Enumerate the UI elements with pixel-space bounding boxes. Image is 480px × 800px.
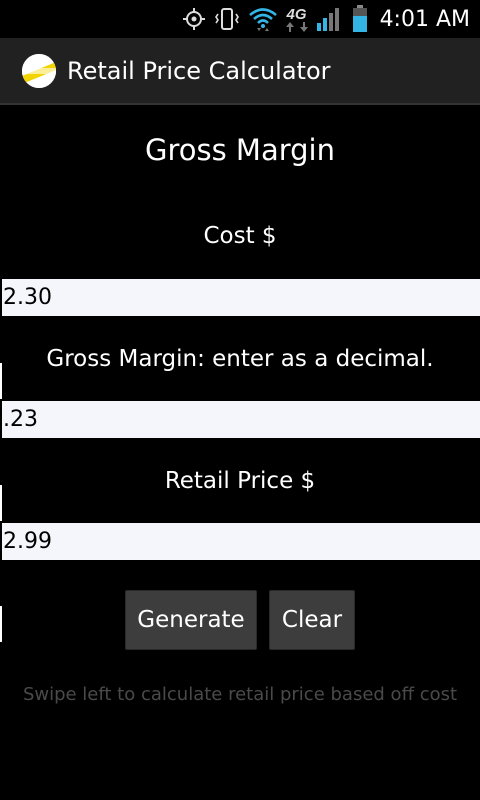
signal-icon [316,6,344,32]
calculator-form: Gross Margin Cost $ 2.30 Gross Margin: e… [0,105,480,800]
retail-price-label: Retail Price $ [164,468,316,494]
gps-icon [182,7,206,31]
status-bar: 4G 4:01 AM [0,0,480,38]
generate-button[interactable]: Generate [125,590,257,650]
margin-label: Gross Margin: enter as a decimal. [46,346,434,372]
buttons-edge [0,606,2,642]
retail-field-edge [0,485,2,521]
network-type-label: 4G [286,5,307,23]
wifi-icon [248,6,278,32]
app-title: Retail Price Calculator [67,56,331,85]
battery-icon [352,5,368,33]
retail-price-input[interactable]: 2.99 [2,523,480,560]
margin-field-edge [0,363,2,399]
margin-input[interactable]: .23 [2,401,480,438]
page-title: Gross Margin [145,133,335,167]
app-logo-icon[interactable] [20,51,58,90]
status-time: 4:01 AM [379,6,470,32]
cost-input[interactable]: 2.30 [2,279,480,316]
vibrate-icon [214,7,240,31]
swipe-hint: Swipe left to calculate retail price bas… [22,684,458,705]
action-bar: Retail Price Calculator [0,38,480,105]
cost-label: Cost $ [203,223,277,249]
lte-data-icon: 4G [285,5,308,32]
clear-button[interactable]: Clear [269,590,355,650]
